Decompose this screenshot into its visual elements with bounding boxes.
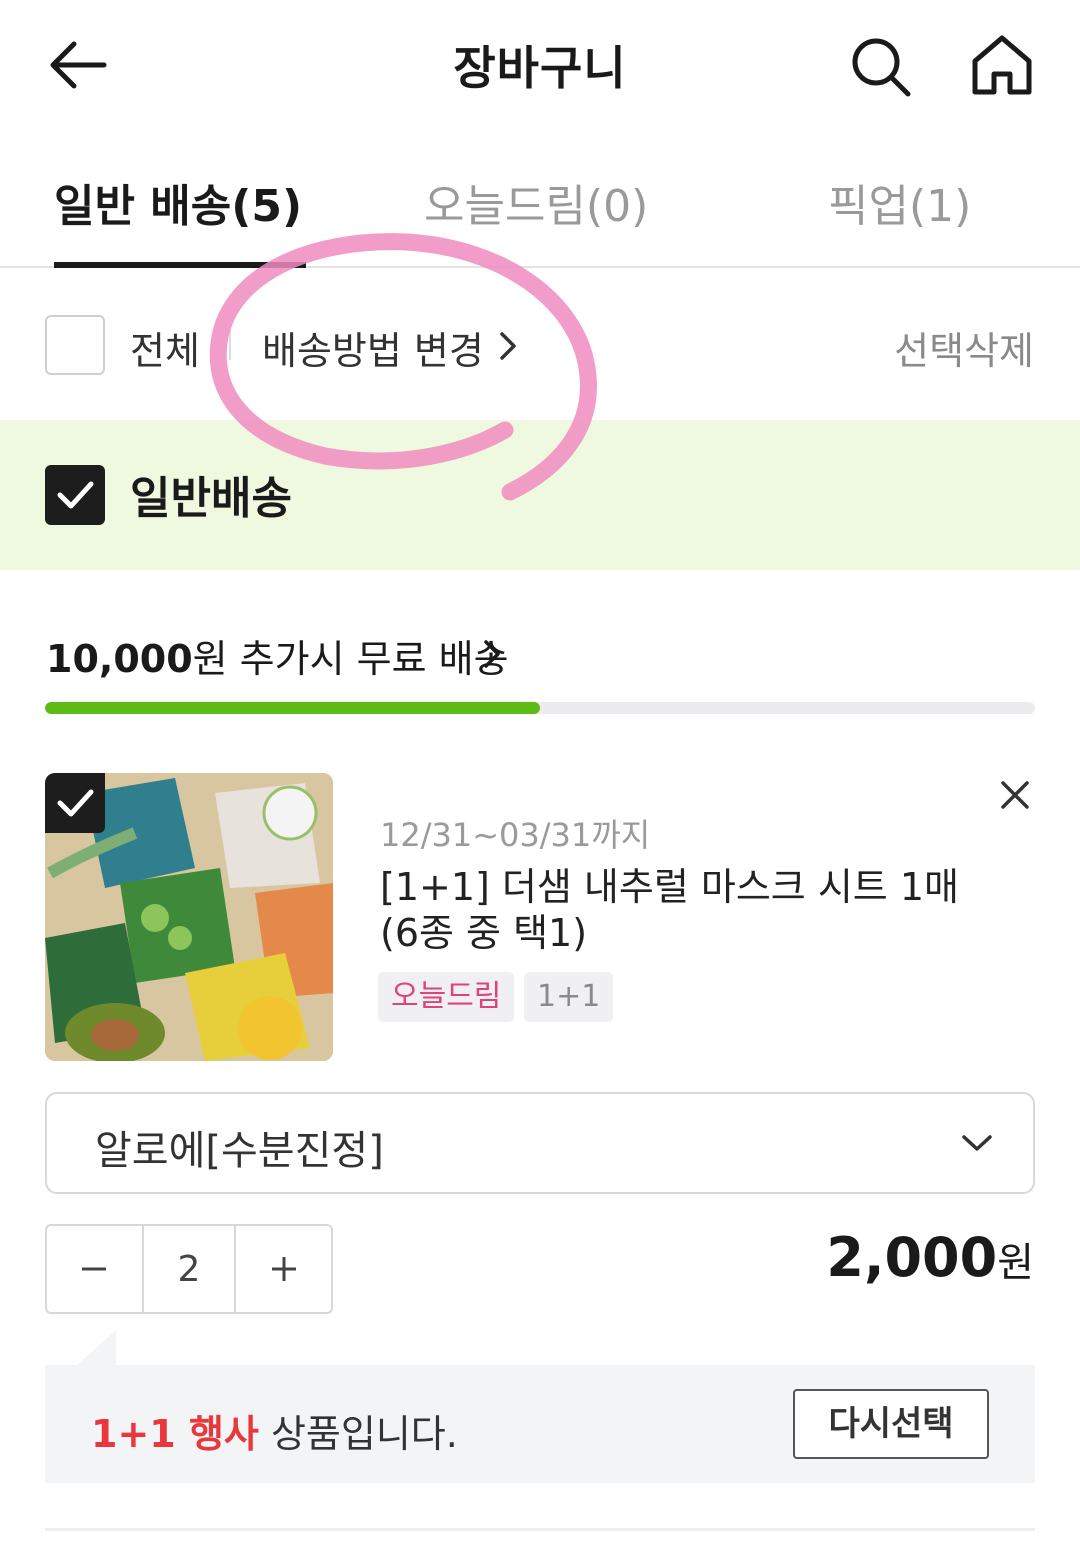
page-title: 장바구니 xyxy=(453,41,627,95)
check-icon xyxy=(57,789,94,817)
promotion-suffix: 상품입니다. xyxy=(258,1412,458,1456)
delete-selected-button[interactable]: 선택삭제 xyxy=(894,320,1034,375)
badge-today-dream: 오늘드림 xyxy=(378,972,515,1022)
chevron-down-icon xyxy=(959,1128,995,1158)
promotion-text: 1+1 행사 상품입니다. xyxy=(91,1403,458,1458)
divider xyxy=(229,330,231,360)
product-checkbox[interactable] xyxy=(45,773,105,833)
group-checkbox[interactable] xyxy=(45,465,105,525)
free-shipping-amount: 10,000 xyxy=(46,637,193,681)
tab-general-delivery[interactable]: 일반 배송(5) xyxy=(54,170,302,234)
group-header: 일반배송 xyxy=(0,420,1080,570)
product-name[interactable]: [1+1] 더샘 내추럴 마스크 시트 1매 (6종 중 택1) xyxy=(380,864,980,956)
option-selected-value: 알로에[수분진정] xyxy=(95,1128,384,1174)
free-shipping-text: 원 추가시 무료 배송 xyxy=(192,637,509,681)
price-value: 2,000 xyxy=(826,1226,998,1289)
price-unit: 원 xyxy=(997,1240,1034,1286)
progress-fill xyxy=(45,702,540,714)
quantity-stepper: 2 xyxy=(45,1224,333,1314)
chevron-right-icon[interactable] xyxy=(480,636,504,672)
quantity-value[interactable]: 2 xyxy=(141,1226,237,1312)
minus-icon xyxy=(82,1267,107,1271)
promotion-highlight: 1+1 행사 xyxy=(91,1412,259,1456)
reselect-button[interactable]: 다시선택 xyxy=(793,1389,989,1459)
item-price: 2,000원 xyxy=(826,1226,1034,1289)
speech-tail xyxy=(76,1330,116,1366)
chevron-right-icon[interactable] xyxy=(496,328,520,364)
selection-bar: 전체 배송방법 변경 선택삭제 xyxy=(0,270,1080,420)
plus-icon xyxy=(271,1257,296,1281)
delivery-tabs: 일반 배송(5) 오늘드림(0) 픽업(1) xyxy=(0,150,1080,268)
free-shipping-message[interactable]: 10,000원 추가시 무료 배송 xyxy=(46,628,509,683)
remove-item-icon[interactable] xyxy=(995,775,1035,815)
promotion-notice: 1+1 행사 상품입니다. 다시선택 xyxy=(45,1365,1035,1483)
cart-page: 장바구니 일반 배송(5) 오늘드림(0) 픽업(1) 전체 배송방법 변경 선… xyxy=(0,0,1080,1541)
change-shipping-button[interactable]: 배송방법 변경 xyxy=(262,320,484,375)
home-icon[interactable] xyxy=(966,30,1038,102)
check-icon xyxy=(57,481,94,509)
decrease-quantity-button[interactable] xyxy=(47,1226,142,1312)
section-divider xyxy=(45,1528,1035,1531)
top-bar: 장바구니 xyxy=(0,0,1080,130)
tab-today-dream[interactable]: 오늘드림(0) xyxy=(424,170,648,234)
promotion-period: 12/31~03/31까지 xyxy=(380,816,651,854)
search-icon[interactable] xyxy=(846,32,916,102)
active-tab-indicator xyxy=(54,262,306,268)
tab-pickup[interactable]: 픽업(1) xyxy=(828,170,971,234)
badge-one-plus-one: 1+1 xyxy=(524,972,614,1022)
increase-quantity-button[interactable] xyxy=(236,1226,331,1312)
free-shipping-progress-bar xyxy=(45,702,1035,714)
select-all-checkbox[interactable] xyxy=(45,315,105,375)
group-label: 일반배송 xyxy=(130,473,292,524)
option-select[interactable]: 알로에[수분진정] xyxy=(45,1092,1035,1194)
product-image[interactable] xyxy=(45,773,333,1061)
select-all-label[interactable]: 전체 xyxy=(130,320,200,375)
